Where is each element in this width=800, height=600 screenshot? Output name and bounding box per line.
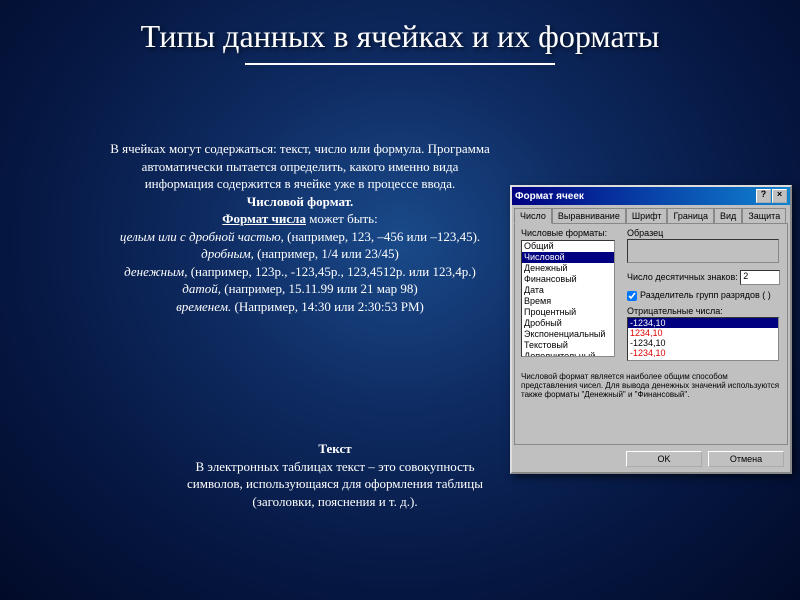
number-panel: Числовые форматы: Общий Числовой Денежны… [514, 223, 788, 445]
list-item[interactable]: Время [522, 296, 614, 307]
text-section: Текст В электронных таблицах текст – это… [170, 440, 500, 510]
tab-border[interactable]: Граница [667, 208, 714, 224]
number-format-label: Формат числа [222, 211, 306, 226]
body-text: В ячейках могут содержаться: текст, числ… [110, 140, 490, 315]
dialog-tabs: Число Выравнивание Шрифт Граница Вид Защ… [512, 205, 790, 223]
text-heading: Текст [318, 441, 351, 456]
list-item[interactable]: Дробный [522, 318, 614, 329]
help-button[interactable]: ? [756, 189, 771, 203]
negative-numbers-group: Отрицательные числа: -1234,10 1234,10 -1… [627, 306, 779, 361]
sample-group: Образец [627, 228, 779, 263]
tab-view[interactable]: Вид [714, 208, 742, 224]
list-item[interactable]: Общий [522, 241, 614, 252]
numeric-format-heading: Числовой формат. [247, 194, 354, 209]
list-item[interactable]: Экспоненциальный [522, 329, 614, 340]
list-item[interactable]: Числовой [522, 252, 614, 263]
list-item[interactable]: Дополнительный [522, 351, 614, 357]
format-description: Числовой формат является наиболее общим … [521, 372, 781, 400]
dialog-titlebar[interactable]: Формат ячеек ? × [512, 187, 790, 205]
ok-button[interactable]: OK [626, 451, 702, 467]
decimal-places-row: Число десятичных знаков: 2 [627, 270, 787, 285]
dialog-title: Формат ячеек [515, 191, 584, 202]
tab-alignment[interactable]: Выравнивание [552, 208, 626, 224]
dialog-buttons: OK Отмена [512, 447, 790, 472]
title-underline [245, 63, 555, 65]
close-button[interactable]: × [772, 189, 787, 203]
tab-number[interactable]: Число [514, 208, 552, 224]
format-cells-dialog: Формат ячеек ? × Число Выравнивание Шриф… [510, 185, 792, 474]
list-item[interactable]: Денежный [522, 263, 614, 274]
list-item[interactable]: -1234,10 [628, 318, 778, 328]
cancel-button[interactable]: Отмена [708, 451, 784, 467]
formats-listbox[interactable]: Общий Числовой Денежный Финансовый Дата … [521, 240, 615, 357]
list-item[interactable]: Процентный [522, 307, 614, 318]
list-item[interactable]: Дата [522, 285, 614, 296]
negative-numbers-listbox[interactable]: -1234,10 1234,10 -1234,10 -1234,10 [627, 317, 779, 361]
sample-box [627, 239, 779, 263]
list-item[interactable]: -1234,10 [628, 338, 778, 348]
list-item[interactable]: Финансовый [522, 274, 614, 285]
list-item[interactable]: 1234,10 [628, 328, 778, 338]
text-paragraph: В электронных таблицах текст – это совок… [187, 459, 483, 509]
tab-protection[interactable]: Защита [742, 208, 786, 224]
slide-title: Типы данных в ячейках и их форматы [0, 0, 800, 63]
intro-paragraph: В ячейках могут содержаться: текст, числ… [110, 141, 490, 191]
decimal-places-input[interactable]: 2 [740, 270, 780, 285]
thousands-separator-checkbox[interactable]: Разделитель групп разрядов ( ) [627, 290, 771, 301]
list-item[interactable]: -1234,10 [628, 348, 778, 358]
list-item[interactable]: Текстовый [522, 340, 614, 351]
tab-font[interactable]: Шрифт [626, 208, 668, 224]
